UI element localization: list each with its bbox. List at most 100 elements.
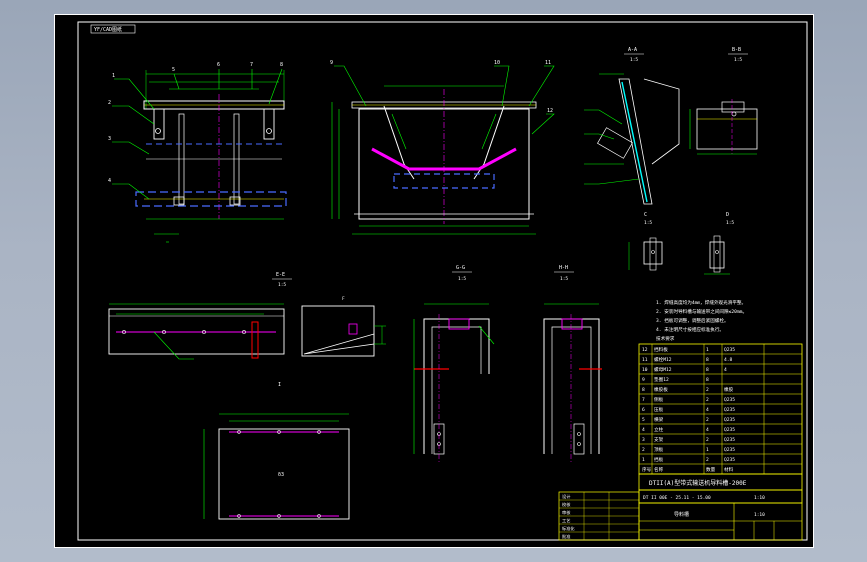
title-block-scale: 1:10 [754,512,765,518]
detail-a-view: A-A 1:5 [584,47,680,205]
title-row-label: 审核 [562,509,571,516]
technical-notes: 1. 焊缝高度均为4mm，焊缝外观光滑平整。 2. 安装时导料槽与输送带之间间隙… [656,299,747,342]
note-3: 3. 挡板可调整，调整后紧固螺栓。 [656,317,729,324]
bom-cell: Q235 [724,457,735,463]
drawing-scale: 1:10 [754,495,765,501]
bom-cell: 立柱 [654,426,664,433]
bom-cell: 8 [706,357,709,363]
bom-table: 12 挡料板 1 Q23511 螺栓M12 8 4.810 螺母M12 8 49 垫圈12 88 橡胶板… [638,343,803,475]
note-1: 1. 焊缝高度均为4mm，焊缝外观光滑平整。 [656,299,746,306]
bom-cell: 2 [642,447,645,453]
main-label-4: 4 [108,178,111,184]
bom-cell: 2 [706,417,709,423]
detail-e-view: E-E 1:5 [108,272,292,360]
side-view: 9 10 11 12 [330,60,555,235]
detail-g-scale: 1:5 [458,276,466,282]
title-row-label: 设计 [562,493,570,500]
plate-thickness-label: δ3 [278,472,284,478]
side-label-9: 9 [330,60,333,66]
bom-cell: 5 [642,417,645,423]
bom-cell: 螺栓M12 [654,356,672,363]
title-row-label: 标准化 [562,525,575,532]
side-label-12: 12 [547,108,553,114]
detail-h-view: H-H 1:5 [543,265,602,464]
detail-i-view: I δ3 [203,382,350,520]
main-label-3: 3 [108,136,111,142]
bom-cell: 8 [642,387,645,393]
bom-cell: 2 [706,457,709,463]
bom-cell: Q235 [724,397,735,403]
outer-frame [54,14,814,548]
bom-frame [638,343,803,475]
main-label-2: 2 [108,100,111,106]
bom-cell: 4 [706,407,709,413]
bom-cell: 9 [642,377,645,383]
detail-h-scale: 1:5 [560,276,568,282]
drawing-sheet: YF/CAD图纸 1 2 3 4 5 6 7 8 9 10 11 12 A-A … [54,14,814,548]
detail-d-title: D [726,212,729,218]
main-label-1: 1 [112,73,115,79]
bom-cell: 1 [642,457,645,463]
detail-c-title: C [644,212,647,218]
bom-cell: 2 [706,437,709,443]
title-row-label: 工艺 [562,518,570,523]
inner-frame [77,21,808,541]
detail-i-title: I [278,382,281,388]
main-view: 1 2 3 4 5 6 7 8 [108,62,287,243]
detail-c-scale: 1:5 [644,220,652,226]
bom-cell: Q235 [724,427,735,433]
bom-cell: Q235 [724,347,735,353]
detail-b-scale: 1:5 [734,57,742,63]
detail-b-view: B-B 1:5 [689,47,758,155]
note-5: 技术要求 [656,335,675,342]
note-4: 4. 未注明尺寸按相应标准执行。 [656,326,724,333]
bom-cell: 1 [706,447,709,453]
note-2: 2. 安装时导料槽与输送带之间间隙≤20mm。 [656,308,747,315]
bom-cell: 挡料板 [654,346,668,353]
bom-cell: Q235 [724,417,735,423]
bom-cell: 7 [642,397,645,403]
bom-cell: 11 [642,357,648,363]
detail-d-scale: 1:5 [726,220,734,226]
main-label-8: 8 [280,62,283,68]
bom-cell: 10 [642,367,648,373]
main-label-5: 5 [172,67,175,73]
bom-cell: 横梁 [654,416,664,423]
bom-cell: 4 [706,427,709,433]
bom-cell: Q235 [724,407,735,413]
bom-cell: 8 [706,377,709,383]
title-row-label: 校核 [562,501,571,508]
bom-header-cell: 数量 [706,466,716,473]
detail-f-view: F [301,296,386,357]
detail-a-title: A-A [628,47,637,53]
bom-cell: 4.8 [724,357,733,363]
detail-d-view: D 1:5 [704,212,734,275]
bom-cell: 支架 [654,436,664,443]
bom-cell: 橡胶板 [654,386,668,393]
detail-g-title: G-G [456,265,465,271]
detail-e-scale: 1:5 [278,282,286,288]
bom-cell: 12 [642,347,648,353]
cad-drawing: YF/CAD图纸 1 2 3 4 5 6 7 8 9 10 11 12 A-A … [54,14,814,548]
detail-b-title: B-B [732,47,741,53]
bom-header-cell: 材料 [724,466,734,473]
title-row-label: 批准 [562,533,570,540]
main-label-6: 6 [217,62,220,68]
bom-cell: 1 [706,347,709,353]
drawing-number: DT II 00E - 25.11 - 15.00 [643,495,711,501]
detail-a-scale: 1:5 [630,57,638,63]
bom-cell: 侧板 [654,396,664,403]
detail-f-title: F [342,296,345,302]
bom-header-cell: 名称 [654,466,664,473]
bom-cell: Q235 [724,447,735,453]
detail-c-view: C 1:5 [628,212,663,271]
bom-cell: 顶板 [654,446,664,453]
bom-cell: 2 [706,397,709,403]
bom-cell: 4 [642,427,645,433]
bom-cell: 橡胶 [724,386,734,393]
drawing-tag: YF/CAD图纸 [94,26,122,33]
detail-h-title: H-H [559,265,568,271]
detail-e-title: E-E [276,272,285,278]
drawing-title: DTII(A)型带式输送机导料槽-200E [649,479,747,487]
bom-cell: 3 [642,437,645,443]
